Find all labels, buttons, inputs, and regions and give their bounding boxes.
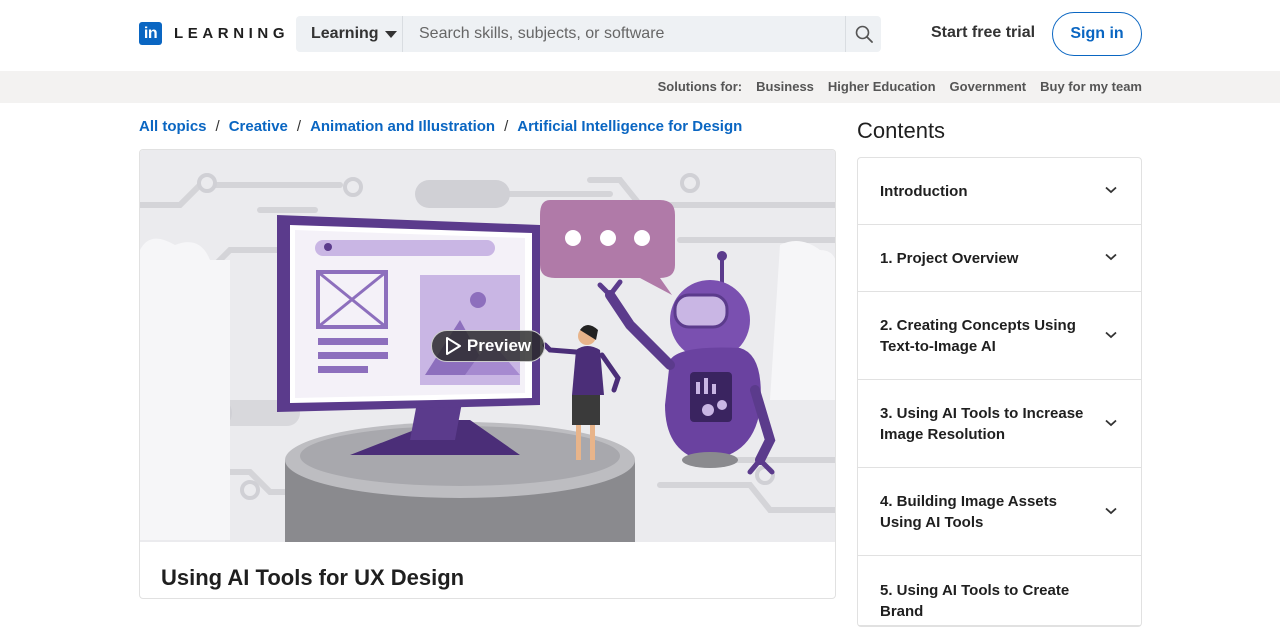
search-input[interactable] (403, 16, 845, 52)
contents-item-create-brand[interactable]: 5. Using AI Tools to Create Brand (858, 556, 1141, 626)
chevron-down-icon (1105, 419, 1117, 426)
chevron-down-icon (1105, 253, 1117, 261)
chevron-down-icon (1105, 507, 1117, 514)
breadcrumb-animation-illustration[interactable]: Animation and Illustration (310, 118, 495, 135)
search-button[interactable] (845, 16, 881, 52)
solutions-link-higher-education[interactable]: Higher Education (828, 79, 936, 94)
contents-item-project-overview[interactable]: 1. Project Overview (858, 225, 1141, 292)
contents-item-label: 5. Using AI Tools to Create Brand (880, 582, 1070, 620)
breadcrumb-creative[interactable]: Creative (229, 118, 288, 135)
chevron-down-icon (1105, 331, 1117, 338)
solutions-link-business[interactable]: Business (756, 79, 814, 94)
solutions-link-buy-for-team[interactable]: Buy for my team (1040, 79, 1142, 94)
solutions-label: Solutions for: (657, 79, 743, 94)
contents-item-creating-concepts[interactable]: 2. Creating Concepts Using Text-to-Image… (858, 292, 1141, 380)
play-icon (445, 337, 461, 355)
course-title: Using AI Tools for UX Design (161, 565, 465, 590)
linkedin-logo-icon: in (139, 22, 162, 45)
breadcrumb: All topics / Creative / Animation and Il… (139, 118, 742, 135)
chevron-down-icon (1105, 186, 1117, 194)
contents-item-label: 2. Creating Concepts Using Text-to-Image… (880, 316, 1076, 355)
caret-down-icon (384, 30, 397, 38)
search-scope-label: Learning (311, 25, 379, 42)
contents-item-label: 3. Using AI Tools to Increase Image Reso… (880, 404, 1084, 443)
preview-label: Preview (466, 336, 532, 355)
breadcrumb-separator: / (504, 118, 509, 135)
breadcrumb-separator: / (215, 118, 220, 135)
contents-list: Introduction 1. Project Overview 2. Crea… (857, 157, 1142, 627)
contents-item-label: Introduction (880, 182, 968, 200)
sign-in-button[interactable]: Sign in (1052, 12, 1142, 56)
contents-item-label: 4. Building Image Assets Using AI Tools (880, 492, 1057, 531)
linkedin-learning-logo[interactable]: in LEARNING (139, 22, 289, 45)
contents-item-introduction[interactable]: Introduction (858, 158, 1141, 225)
search-bar: Learning (296, 16, 881, 52)
top-bar: in LEARNING Learning Start free trial Si… (0, 0, 1280, 71)
preview-button[interactable]: Preview (431, 330, 545, 362)
solutions-bar: Solutions for: Business Higher Education… (0, 71, 1280, 103)
breadcrumb-ai-for-design[interactable]: Artificial Intelligence for Design (517, 118, 742, 135)
search-scope-dropdown[interactable]: Learning (296, 16, 403, 52)
course-card: Preview Using AI Tools for UX Design (139, 149, 836, 599)
course-thumbnail[interactable]: Preview (140, 150, 835, 542)
breadcrumb-separator: / (296, 118, 302, 135)
contents-item-building-assets[interactable]: 4. Building Image Assets Using AI Tools (858, 468, 1141, 556)
search-icon (855, 25, 873, 43)
contents-heading: Contents (857, 118, 946, 143)
breadcrumb-all-topics[interactable]: All topics (139, 118, 207, 135)
logo-text: LEARNING (174, 25, 290, 42)
start-free-trial-link[interactable]: Start free trial (931, 24, 1035, 42)
contents-item-label: 1. Project Overview (880, 249, 1019, 267)
contents-item-increase-resolution[interactable]: 3. Using AI Tools to Increase Image Reso… (858, 380, 1141, 468)
solutions-link-government[interactable]: Government (950, 79, 1027, 94)
